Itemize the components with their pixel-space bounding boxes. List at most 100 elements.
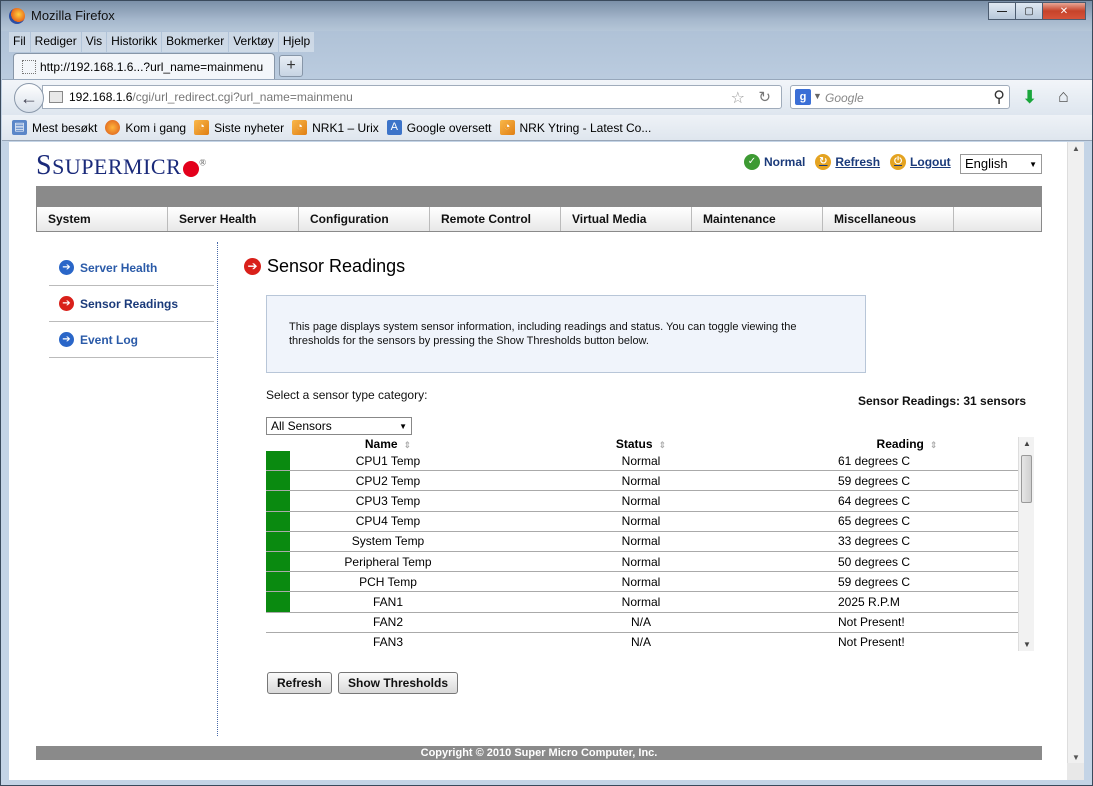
header-reading[interactable]: Reading ⇕	[796, 437, 1018, 451]
logout-icon: ⏻	[890, 154, 907, 170]
bookmark-star-icon[interactable]: ☆	[731, 88, 745, 108]
back-button[interactable]: ←	[14, 83, 44, 113]
bookmark-item[interactable]: ◔ NRK1 – Urix	[292, 120, 379, 135]
bookmark-item[interactable]: ◔ NRK Ytring - Latest Co...	[499, 120, 651, 135]
new-tab-button[interactable]: +	[279, 55, 303, 77]
table-row: FAN3 N/A Not Present!	[266, 633, 1018, 651]
menu-verktoy[interactable]: Verktøy	[229, 32, 278, 52]
arrow-right-icon: ➔	[244, 258, 261, 275]
status-indicator	[266, 511, 290, 531]
sensor-reading: 50 degrees C	[838, 554, 911, 569]
page-scrollbar[interactable]: ▲ ▼	[1067, 142, 1084, 780]
sort-icon: ⇕	[403, 440, 412, 450]
scroll-down-icon[interactable]: ▼	[1023, 640, 1031, 649]
download-icon[interactable]: ⬇	[1022, 87, 1037, 108]
side-nav: ➔ Server Health ➔ Sensor Readings ➔ Event L…	[49, 250, 214, 358]
header-name[interactable]: Name ⇕	[290, 437, 486, 451]
tab-mainmenu[interactable]: http://192.168.1.6...?url_name=mainmenu	[13, 53, 275, 79]
close-button[interactable]: ✕	[1042, 2, 1086, 20]
home-icon[interactable]: ⌂	[1058, 86, 1069, 107]
menu-bokmerker[interactable]: Bokmerker	[162, 32, 229, 52]
bookmark-item[interactable]: A Google oversett	[386, 120, 492, 135]
menu-hjelp[interactable]: Hjelp	[278, 32, 315, 52]
scroll-thumb[interactable]	[1021, 455, 1032, 503]
language-select[interactable]: English ▼	[960, 154, 1042, 174]
logout-link[interactable]: ⏻ Logout	[890, 154, 951, 170]
sensor-status: Normal	[621, 514, 661, 529]
search-input[interactable]: Google	[825, 91, 864, 105]
menu-vis[interactable]: Vis	[81, 32, 107, 52]
chevron-down-icon[interactable]: ▼	[813, 91, 822, 101]
minimize-button[interactable]: —	[988, 2, 1016, 20]
bookmark-item[interactable]: ◔ Siste nyheter	[194, 120, 284, 135]
sensor-category-label: Select a sensor type category:	[266, 388, 428, 402]
window-controls: — ▢ ✕	[988, 2, 1086, 20]
table-row: CPU4 Temp Normal 65 degrees C	[266, 511, 1018, 532]
sensor-status: N/A	[630, 635, 651, 650]
sensor-name: CPU3 Temp	[355, 493, 421, 508]
sensor-category-select[interactable]: All Sensors ▼	[266, 417, 412, 435]
arrow-right-icon: ➔	[59, 260, 74, 275]
sensor-reading: 33 degrees C	[838, 534, 911, 549]
reload-icon[interactable]: ↻	[758, 88, 771, 106]
status-indicator	[266, 551, 290, 572]
header-status[interactable]: Status ⇕	[486, 437, 796, 451]
url-text[interactable]: 192.168.1.6/cgi/url_redirect.cgi?url_nam…	[69, 90, 353, 104]
bookmark-item[interactable]: Kom i gang	[105, 120, 186, 135]
sensor-name: FAN2	[372, 615, 403, 630]
menu-historikk[interactable]: Historikk	[107, 32, 162, 52]
tab-label: http://192.168.1.6...?url_name=mainmenu	[40, 60, 264, 74]
sensor-reading: Not Present!	[838, 635, 905, 650]
nav-miscellaneous[interactable]: Miscellaneous	[823, 207, 954, 231]
nav-configuration[interactable]: Configuration	[299, 207, 430, 231]
nav-system[interactable]: System	[37, 207, 168, 231]
table-row: FAN1 Normal 2025 R.P.M	[266, 592, 1018, 613]
menu-rediger[interactable]: Rediger	[30, 32, 81, 52]
logo-dot-icon	[183, 160, 200, 177]
scroll-up-icon[interactable]: ▲	[1072, 144, 1080, 153]
nav-virtual-media[interactable]: Virtual Media	[561, 207, 692, 231]
menu-fil[interactable]: Fil	[9, 32, 30, 52]
table-body: CPU1 Temp Normal 61 degrees C CPU2 Temp Norm…	[266, 451, 1018, 651]
table-header: Name ⇕ Status ⇕ Reading ⇕	[266, 437, 1018, 451]
sensor-name: FAN1	[372, 594, 403, 609]
site-identity-icon[interactable]	[49, 91, 63, 103]
nav-remote-control[interactable]: Remote Control	[430, 207, 561, 231]
url-bar[interactable]: 192.168.1.6/cgi/url_redirect.cgi?url_nam…	[42, 85, 782, 109]
sidenav-event-log[interactable]: ➔ Event Log	[49, 322, 214, 358]
sensor-name: CPU1 Temp	[355, 453, 421, 468]
status-indicator	[266, 451, 290, 471]
bookmark-icon: ▤	[12, 120, 27, 135]
refresh-button[interactable]: Refresh	[267, 672, 332, 694]
search-icon[interactable]: ⚲	[993, 87, 1005, 107]
maximize-button[interactable]: ▢	[1015, 2, 1043, 20]
refresh-icon: ↻	[815, 154, 832, 170]
sidenav-server-health[interactable]: ➔ Server Health	[49, 250, 214, 286]
scroll-up-icon[interactable]: ▲	[1023, 439, 1031, 448]
status-indicator	[266, 531, 290, 551]
table-row: PCH Temp Normal 59 degrees C	[266, 572, 1018, 593]
sensor-reading: 64 degrees C	[838, 493, 911, 508]
search-engine-icon[interactable]: g	[795, 89, 811, 105]
sensor-reading: 65 degrees C	[838, 514, 911, 529]
chevron-down-icon: ▼	[1029, 160, 1037, 169]
sidenav-sensor-readings[interactable]: ➔ Sensor Readings	[49, 286, 214, 322]
search-bar[interactable]: g ▼ Google ⚲	[790, 85, 1010, 109]
main-nav: System Server Health Configuration Remot…	[36, 206, 1042, 232]
bookmark-item[interactable]: ▤ Mest besøkt	[12, 120, 97, 135]
sensor-reading: Not Present!	[838, 615, 905, 630]
table-scrollbar[interactable]: ▲ ▼	[1018, 437, 1034, 651]
table-row: System Temp Normal 33 degrees C	[266, 531, 1018, 552]
page-viewport: SSUPERMICR ® ✓ Normal ↻ Refresh ⏻ Logout Eng…	[9, 142, 1084, 780]
scroll-down-icon[interactable]: ▼	[1072, 753, 1080, 762]
sensor-reading: 59 degrees C	[838, 574, 911, 589]
footer-copyright: Copyright © 2010 Super Micro Computer, I…	[36, 746, 1042, 760]
status-indicator	[266, 633, 290, 651]
show-thresholds-button[interactable]: Show Thresholds	[338, 672, 459, 694]
refresh-link[interactable]: ↻ Refresh	[815, 154, 880, 170]
sensor-count: Sensor Readings: 31 sensors	[858, 394, 1027, 408]
sensor-status: Normal	[621, 554, 661, 569]
sensor-status: Normal	[621, 594, 661, 609]
nav-maintenance[interactable]: Maintenance	[692, 207, 823, 231]
nav-server-health[interactable]: Server Health	[168, 207, 299, 231]
